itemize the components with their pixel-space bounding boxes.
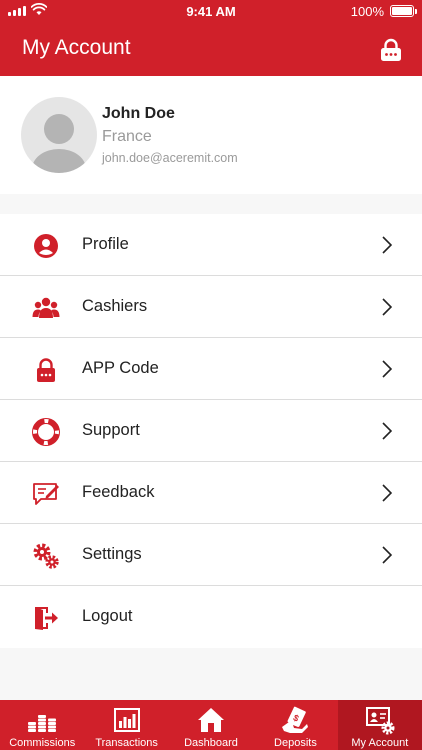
menu-item-label: Settings (82, 545, 142, 563)
battery-icon (390, 5, 417, 17)
menu-item-label: Logout (82, 607, 133, 625)
chevron-right-icon (382, 298, 392, 316)
tab-transactions[interactable]: Transactions (84, 700, 168, 750)
lifebuoy-icon (32, 418, 60, 446)
tab-label: Dashboard (184, 737, 238, 749)
feedback-icon (33, 483, 59, 505)
chevron-right-icon (382, 236, 392, 254)
deposit-icon: $ (282, 706, 309, 733)
tab-bar: Commissions Transactions Dashboard $ Dep… (0, 700, 422, 750)
menu-item-logout[interactable]: Logout (0, 586, 422, 648)
tab-dashboard[interactable]: Dashboard (169, 700, 253, 750)
menu-item-support[interactable]: Support (0, 400, 422, 462)
page-title: My Account (22, 36, 131, 59)
menu-item-feedback[interactable]: Feedback (0, 462, 422, 524)
avatar (21, 97, 97, 173)
account-settings-icon (365, 707, 395, 735)
menu-item-label: APP Code (82, 359, 159, 377)
chevron-right-icon (382, 484, 392, 502)
menu-item-label: Cashiers (82, 297, 148, 315)
bar-chart-icon (113, 708, 140, 732)
tab-label: Transactions (95, 737, 158, 749)
gears-icon (33, 543, 59, 569)
tab-my-account[interactable]: My Account (337, 700, 422, 750)
tab-label: Deposits (274, 737, 317, 749)
avatar-placeholder-icon (32, 114, 86, 173)
lock-icon (37, 358, 55, 382)
profile-card: John Doe France john.doe@aceremit.com (0, 76, 422, 194)
account-menu: Profile Cashiers APP Code Support Feedba… (0, 214, 422, 648)
menu-item-label: Support (82, 421, 140, 439)
coins-icon (28, 715, 57, 732)
nav-bar: My Account (0, 22, 422, 76)
status-bar: 9:41 AM 100% (0, 0, 422, 22)
profile-country: France (102, 128, 152, 145)
tab-label: Commissions (9, 737, 76, 749)
chevron-right-icon (382, 422, 392, 440)
home-icon (198, 708, 225, 732)
menu-item-label: Feedback (82, 483, 155, 501)
chevron-right-icon (382, 546, 392, 564)
menu-item-app-code[interactable]: APP Code (0, 338, 422, 400)
battery-percent: 100% (350, 4, 384, 19)
profile-name: John Doe (102, 105, 175, 122)
menu-item-label: Profile (82, 235, 129, 253)
logout-icon (35, 607, 58, 630)
users-icon (32, 297, 60, 318)
chevron-right-icon (382, 360, 392, 378)
profile-email: john.doe@aceremit.com (102, 151, 238, 165)
tab-deposits[interactable]: $ Deposits (253, 700, 337, 750)
menu-item-profile[interactable]: Profile (0, 214, 422, 276)
menu-item-cashiers[interactable]: Cashiers (0, 276, 422, 338)
lock-icon[interactable] (380, 38, 402, 62)
menu-item-settings[interactable]: Settings (0, 524, 422, 586)
tab-commissions[interactable]: Commissions (0, 700, 84, 750)
tab-label: My Account (351, 737, 409, 749)
user-circle-icon (34, 234, 58, 258)
